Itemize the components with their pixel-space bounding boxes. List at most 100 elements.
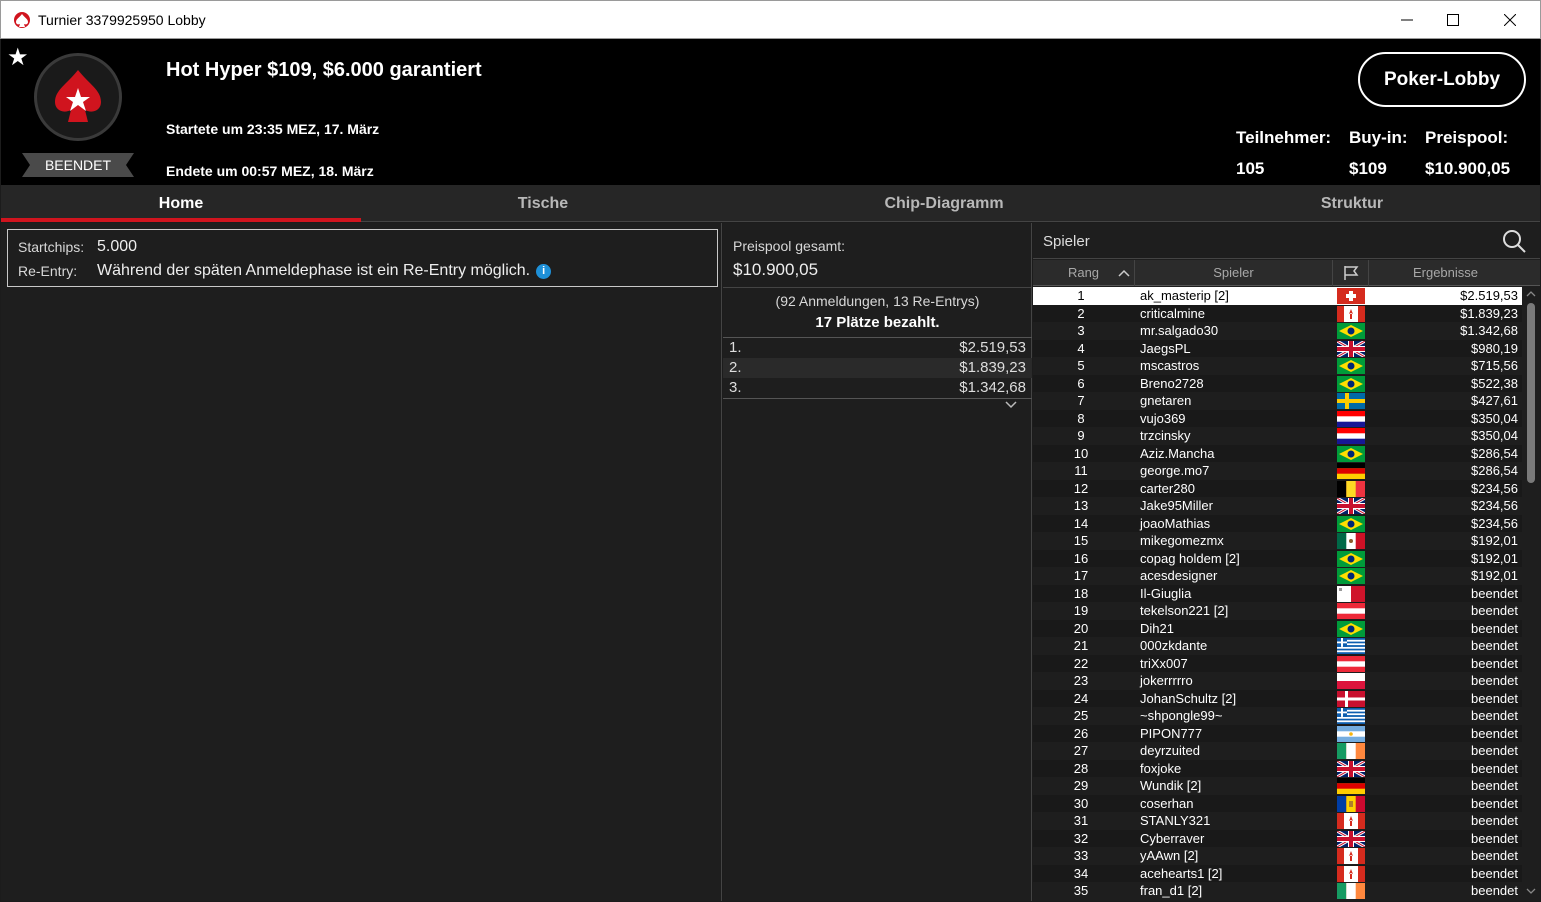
player-rank: 22	[1073, 655, 1089, 671]
table-row[interactable]: 26 PIPON777 beendet	[1033, 724, 1522, 742]
table-row[interactable]: 34 acehearts1 [2] beendet	[1033, 864, 1522, 882]
player-result: beendet	[1471, 673, 1518, 688]
table-row[interactable]: 33 yAAwn [2] beendet	[1033, 847, 1522, 865]
table-row[interactable]: 20 Dih21 beendet	[1033, 619, 1522, 637]
table-row[interactable]: 11 george.mo7 $286,54	[1033, 462, 1522, 480]
table-row[interactable]: 8 vujo369 $350,04	[1033, 409, 1522, 427]
player-name: mikegomezmx	[1140, 533, 1224, 548]
country-flag-icon	[1337, 568, 1365, 584]
table-row[interactable]: 35 fran_d1 [2] beendet	[1033, 882, 1522, 900]
table-row[interactable]: 6 Breno2728 $522,38	[1033, 374, 1522, 392]
player-rank: 9	[1077, 428, 1085, 443]
table-row[interactable]: 14 joaoMathias $234,56	[1033, 514, 1522, 532]
table-row[interactable]: 13 Jake95Miller $234,56	[1033, 497, 1522, 515]
tab-home[interactable]: Home	[1, 185, 361, 222]
table-row[interactable]: 15 mikegomezmx $192,01	[1033, 532, 1522, 550]
divider	[723, 287, 1032, 288]
payout-row: 3. $1.342,68	[723, 378, 1032, 398]
close-button[interactable]	[1487, 1, 1533, 39]
player-result: beendet	[1471, 830, 1518, 846]
player-name: vujo369	[1140, 410, 1186, 426]
player-name: jokerrrrro	[1140, 673, 1193, 688]
table-row[interactable]: 9 trzcinsky $350,04	[1033, 427, 1522, 445]
info-icon[interactable]: i	[536, 264, 552, 279]
table-row[interactable]: 2 criticalmine $1.839,23	[1033, 304, 1522, 322]
start-time: Startete um 23:35 MEZ, 17. März	[166, 121, 380, 137]
country-flag-icon	[1337, 620, 1365, 637]
table-row[interactable]: 3 mr.salgado30 $1.342,68	[1033, 322, 1522, 340]
table-row[interactable]: 23 jokerrrrro beendet	[1033, 672, 1522, 690]
maximize-button[interactable]	[1430, 1, 1476, 39]
country-flag-icon	[1337, 585, 1365, 602]
buyin-value: $109	[1349, 159, 1387, 178]
table-row[interactable]: 28 foxjoke beendet	[1033, 759, 1522, 777]
search-icon[interactable]	[1501, 228, 1527, 254]
country-flag-icon	[1337, 358, 1365, 374]
players-value: 105	[1236, 159, 1265, 178]
table-row[interactable]: 17 acesdesigner $192,01	[1033, 567, 1522, 585]
sort-ascending-icon[interactable]	[1118, 268, 1130, 278]
payout-table: 1. $2.519,53 2. $1.839,23 3. $1.342,68	[723, 337, 1032, 398]
pokerstars-logo-icon	[14, 12, 30, 28]
country-flag-icon	[1337, 533, 1365, 549]
player-name: ~shpongle99~	[1140, 708, 1223, 723]
table-row[interactable]: 30 coserhan beendet	[1033, 794, 1522, 812]
player-result: $192,01	[1471, 550, 1518, 566]
table-row[interactable]: 16 copag holdem [2] $192,01	[1033, 549, 1522, 567]
table-row[interactable]: 25 ~shpongle99~ beendet	[1033, 707, 1522, 725]
player-result: beendet	[1471, 795, 1518, 811]
player-search-input[interactable]	[1037, 227, 1497, 255]
scrollbar-thumb[interactable]	[1527, 303, 1535, 483]
table-row[interactable]: 32 Cyberraver beendet	[1033, 829, 1522, 847]
reentry-value: Während der späten Anmeldephase ist ein …	[97, 262, 531, 279]
minimize-button[interactable]	[1384, 1, 1430, 39]
scroll-up-icon[interactable]	[1526, 290, 1536, 298]
player-column-header[interactable]: Spieler	[1135, 260, 1333, 286]
poker-lobby-button[interactable]: Poker-Lobby	[1358, 52, 1526, 107]
table-row[interactable]: 12 carter280 $234,56	[1033, 479, 1522, 497]
player-rank: 10	[1073, 445, 1089, 461]
table-row[interactable]: 4 JaegsPL $980,19	[1033, 339, 1522, 357]
player-result: beendet	[1471, 725, 1518, 741]
table-row[interactable]: 1 ak_masterip [2] $2.519,53	[1033, 287, 1522, 305]
table-row[interactable]: 24 JohanSchultz [2] beendet	[1033, 689, 1522, 707]
player-name: PIPON777	[1140, 725, 1203, 741]
player-search-bar	[1033, 223, 1540, 259]
player-rank: 32	[1073, 830, 1089, 846]
player-rank: 13	[1073, 498, 1089, 513]
reentry-label: Re-Entry:	[18, 263, 78, 279]
chevron-down-icon[interactable]	[1002, 399, 1020, 411]
country-flag-icon	[1337, 638, 1365, 654]
player-name: ak_masterip [2]	[1140, 288, 1229, 303]
scroll-down-icon[interactable]	[1526, 887, 1536, 895]
players-scrollbar[interactable]	[1524, 287, 1538, 901]
country-flag-icon	[1337, 603, 1365, 619]
table-row[interactable]: 19 tekelson221 [2] beendet	[1033, 602, 1522, 620]
table-row[interactable]: 22 triXx007 beendet	[1033, 654, 1522, 672]
table-row[interactable]: 29 Wundik [2] beendet	[1033, 777, 1522, 795]
table-row[interactable]: 27 deyrzuited beendet	[1033, 742, 1522, 760]
player-name: coserhan	[1140, 795, 1194, 811]
tab-tables[interactable]: Tische	[362, 185, 724, 222]
table-row[interactable]: 18 Il-Giuglia beendet	[1033, 584, 1522, 602]
table-row[interactable]: 7 gnetaren $427,61	[1033, 392, 1522, 410]
country-flag-icon	[1337, 463, 1365, 479]
player-name: mscastros	[1140, 358, 1200, 373]
favorite-star-icon[interactable]: ★	[7, 43, 29, 72]
payout-place: 2.	[729, 359, 742, 376]
player-name: copag holdem [2]	[1140, 550, 1240, 566]
table-row[interactable]: 10 Aziz.Mancha $286,54	[1033, 444, 1522, 462]
player-rank: 11	[1074, 463, 1088, 478]
table-row[interactable]: 5 mscastros $715,56	[1033, 357, 1522, 375]
table-row[interactable]: 21 000zkdante beendet	[1033, 637, 1522, 655]
player-name: Breno2728	[1140, 375, 1204, 391]
players-panel: Rang Spieler Ergebnisse 1 ak_masterip [2]…	[1033, 223, 1540, 901]
player-rank: 6	[1077, 375, 1085, 391]
flag-column-header[interactable]	[1333, 260, 1369, 286]
country-flag-icon	[1337, 655, 1365, 672]
table-row[interactable]: 31 STANLY321 beendet	[1033, 812, 1522, 830]
tab-structure[interactable]: Struktur	[1164, 185, 1540, 222]
tab-chip-chart[interactable]: Chip-Diagramm	[724, 185, 1164, 222]
player-rank: 27	[1073, 743, 1089, 758]
results-column-header[interactable]: Ergebnisse	[1369, 260, 1522, 286]
